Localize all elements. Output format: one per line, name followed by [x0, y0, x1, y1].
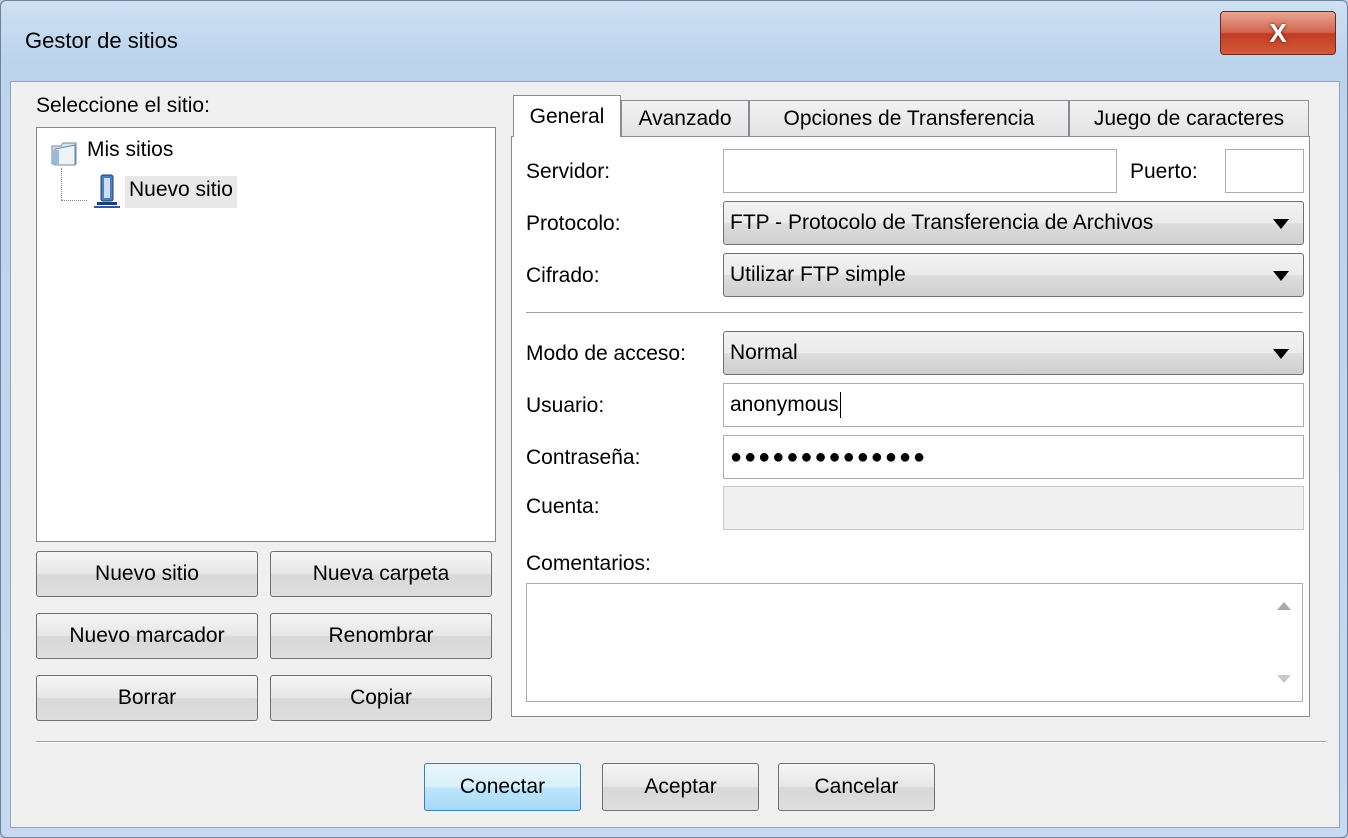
password-label: Contraseña: — [526, 446, 641, 469]
password-input[interactable]: ●●●●●●●●●●●●●● — [723, 435, 1304, 479]
server-input[interactable] — [723, 149, 1117, 193]
scroll-up-icon[interactable] — [1277, 602, 1291, 610]
tab-avanzado[interactable]: Avanzado — [621, 100, 749, 136]
window-title: Gestor de sitios — [25, 28, 178, 53]
encryption-select[interactable]: Utilizar FTP simple — [723, 253, 1304, 297]
site-tree[interactable]: Mis sitios Nuevo sitio — [36, 127, 496, 542]
select-site-label: Seleccione el sitio: — [36, 94, 210, 117]
port-label: Puerto: — [1130, 160, 1198, 183]
site-manager-window: Gestor de sitios X Seleccione el sitio: … — [0, 0, 1348, 838]
protocol-select[interactable]: FTP - Protocolo de Transferencia de Arch… — [723, 201, 1304, 245]
server-icon — [94, 174, 120, 208]
chevron-down-icon — [1273, 349, 1289, 359]
chevron-down-icon — [1273, 271, 1289, 281]
tree-connector — [61, 200, 87, 201]
account-label: Cuenta: — [526, 495, 600, 518]
user-value: anonymous — [730, 393, 839, 416]
protocol-label: Protocolo: — [526, 212, 621, 235]
copy-button[interactable]: Copiar — [270, 675, 492, 721]
tab-juego-caracteres[interactable]: Juego de caracteres — [1069, 100, 1309, 136]
close-icon: X — [1269, 17, 1287, 48]
ok-button[interactable]: Aceptar — [602, 763, 759, 811]
rename-button[interactable]: Renombrar — [270, 613, 492, 659]
tree-item-nuevo-sitio[interactable]: Nuevo sitio — [125, 176, 237, 208]
general-tab-panel: Servidor: Puerto: Protocolo: FTP - Proto… — [511, 136, 1310, 717]
port-input[interactable] — [1225, 149, 1304, 193]
tree-connector — [61, 168, 62, 200]
chevron-down-icon — [1273, 219, 1289, 229]
new-bookmark-button[interactable]: Nuevo marcador — [36, 613, 258, 659]
tab-opciones-transferencia[interactable]: Opciones de Transferencia — [749, 100, 1069, 136]
footer-divider — [36, 741, 1326, 743]
account-input — [723, 486, 1304, 530]
scroll-down-icon[interactable] — [1277, 675, 1291, 683]
protocol-value: FTP - Protocolo de Transferencia de Arch… — [730, 211, 1154, 234]
comments-label: Comentarios: — [526, 552, 651, 575]
comments-textarea[interactable] — [526, 583, 1303, 702]
comments-scrollbar[interactable] — [1266, 584, 1302, 701]
close-button[interactable]: X — [1220, 11, 1336, 55]
title-bar[interactable]: Gestor de sitios X — [1, 1, 1347, 83]
user-label: Usuario: — [526, 394, 605, 417]
connect-button[interactable]: Conectar — [424, 763, 581, 811]
folder-icon — [51, 142, 77, 166]
server-label: Servidor: — [526, 160, 611, 183]
text-caret — [839, 392, 841, 418]
new-folder-button[interactable]: Nueva carpeta — [270, 551, 492, 597]
logon-type-value: Normal — [730, 341, 798, 364]
dialog-body: Seleccione el sitio: Mis sitios Nuevo si… — [10, 81, 1340, 828]
logon-type-select[interactable]: Normal — [723, 331, 1304, 375]
encryption-label: Cifrado: — [526, 264, 600, 287]
user-input[interactable]: anonymous — [723, 383, 1304, 427]
delete-button[interactable]: Borrar — [36, 675, 258, 721]
divider — [526, 312, 1303, 314]
new-site-button[interactable]: Nuevo sitio — [36, 551, 258, 597]
logon-type-label: Modo de acceso: — [526, 342, 686, 365]
tree-item-mis-sitios[interactable]: Mis sitios — [87, 138, 173, 162]
tab-general[interactable]: General — [513, 95, 621, 137]
encryption-value: Utilizar FTP simple — [730, 263, 906, 286]
cancel-button[interactable]: Cancelar — [778, 763, 935, 811]
